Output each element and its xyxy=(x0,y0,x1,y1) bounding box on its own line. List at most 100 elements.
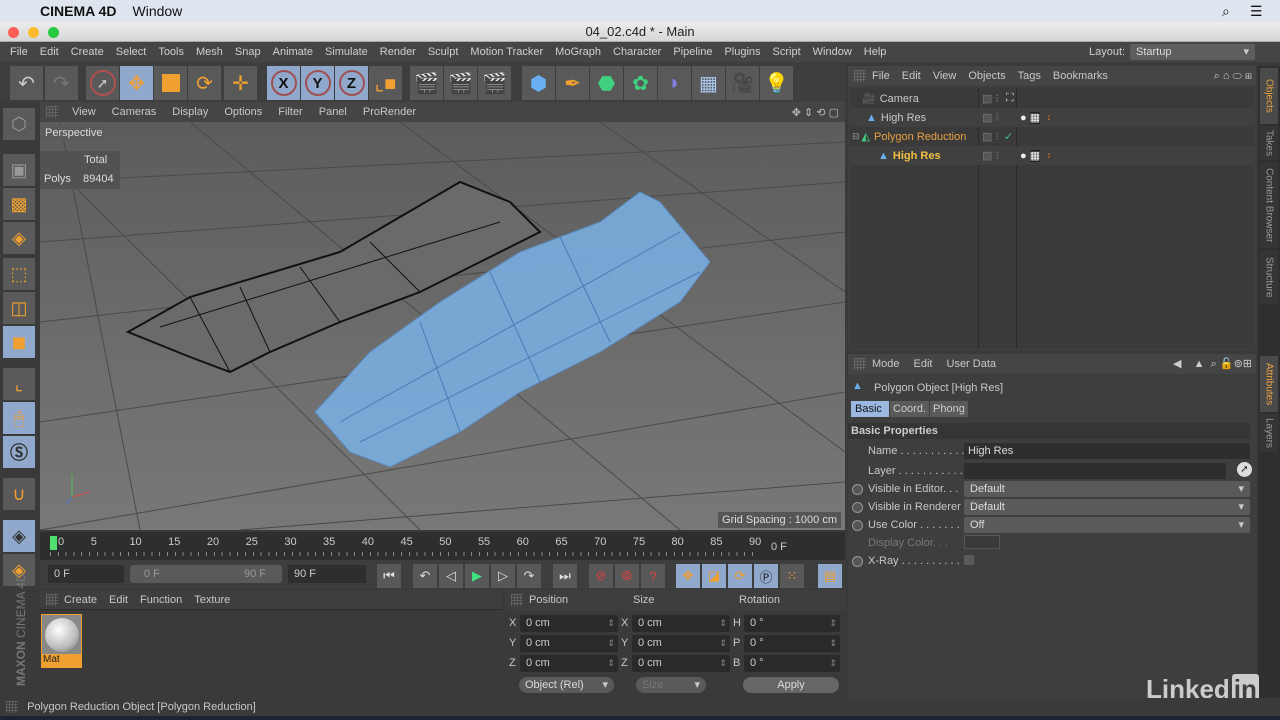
enable-axis-button[interactable]: ⌞ xyxy=(3,368,35,400)
object-name[interactable]: High Res xyxy=(893,150,941,162)
timeline-window-button[interactable]: ▤ xyxy=(818,564,842,588)
polygons-mode-button[interactable]: ◼ xyxy=(3,326,35,358)
coordinate-system-button[interactable]: ⌞■ xyxy=(369,66,402,100)
visible-renderer-anim-toggle[interactable] xyxy=(852,502,863,513)
light-button[interactable]: 💡 xyxy=(760,66,793,100)
autokey-button[interactable]: ⦾ xyxy=(615,564,639,588)
size-x-field[interactable]: 0 cm xyxy=(632,615,730,632)
menu-script[interactable]: Script xyxy=(767,46,807,58)
points-mode-button[interactable]: ⬚ xyxy=(3,258,35,290)
menu-simulate[interactable]: Simulate xyxy=(319,46,374,58)
rot-p-field[interactable]: 0 ° xyxy=(744,635,840,652)
x-axis-toggle[interactable]: X xyxy=(267,66,300,100)
render-picture-viewer-button[interactable]: 🎬 xyxy=(444,66,477,100)
end-frame-field[interactable]: 90 F xyxy=(288,565,366,583)
material-tag-icon[interactable]: ● ▦ ⠰ xyxy=(1020,149,1051,162)
layer-visibility-icon[interactable]: ▨ ⁝ xyxy=(982,111,999,124)
viewport-menu-cameras[interactable]: Cameras xyxy=(104,106,165,118)
floor-button[interactable]: ▦ xyxy=(692,66,725,100)
zoom-button[interactable] xyxy=(48,27,59,38)
cloner-button[interactable]: ✿ xyxy=(624,66,657,100)
viewport-menu-display[interactable]: Display xyxy=(164,106,216,118)
spotlight-icon[interactable]: ⌕ xyxy=(1222,3,1230,20)
y-axis-toggle[interactable]: Y xyxy=(301,66,334,100)
menu-edit[interactable]: Edit xyxy=(34,46,65,58)
undo-button[interactable]: ↶ xyxy=(10,66,43,100)
close-button[interactable] xyxy=(8,27,19,38)
pos-y-field[interactable]: 0 cm xyxy=(520,635,618,652)
start-frame-field[interactable]: 0 F xyxy=(48,565,124,583)
render-settings-button[interactable]: 🎬 xyxy=(478,66,511,100)
goto-end-button[interactable]: ⏭ xyxy=(553,564,577,588)
prev-key-button[interactable]: ↶ xyxy=(413,564,437,588)
keyframe-selection-button[interactable]: ? xyxy=(641,564,665,588)
attr-nav-tools[interactable]: ◀ ▲ ⌕ 🔓⊚⊞ xyxy=(1173,357,1252,371)
z-axis-toggle[interactable]: Z xyxy=(335,66,368,100)
redo-button[interactable]: ↷ xyxy=(45,66,78,100)
grip-icon[interactable] xyxy=(46,593,58,606)
size-mode-dropdown[interactable]: Size xyxy=(636,677,706,693)
object-manager-tools[interactable]: ⌕ ⌂ ⬭ ⊞ xyxy=(1214,70,1252,83)
snap-button[interactable]: ∪ xyxy=(3,478,35,510)
grip-icon[interactable] xyxy=(854,358,866,370)
notification-icon[interactable]: ☰ xyxy=(1250,3,1263,20)
use-color-anim-toggle[interactable] xyxy=(852,520,863,531)
rot-h-field[interactable]: 0 ° xyxy=(744,615,840,632)
menu-character[interactable]: Character xyxy=(607,46,667,58)
prev-frame-button[interactable]: ◁ xyxy=(439,564,463,588)
menu-pipeline[interactable]: Pipeline xyxy=(667,46,718,58)
make-editable-button[interactable]: ⬡ xyxy=(3,108,35,140)
texture-mode-button[interactable]: ▩ xyxy=(3,188,35,220)
pen-button[interactable]: ✒ xyxy=(556,66,589,100)
camera-tag-icon[interactable]: ⛶ xyxy=(1006,92,1014,105)
window-menu[interactable]: Window xyxy=(133,3,183,19)
tab-structure[interactable]: Structure xyxy=(1260,250,1278,304)
play-button[interactable]: ▶ xyxy=(465,564,489,588)
tab-coord[interactable]: Coord. xyxy=(890,401,929,417)
deformer-button[interactable]: ◗ xyxy=(658,66,691,100)
display-color-swatch[interactable] xyxy=(964,535,1000,549)
next-frame-button[interactable]: ▷ xyxy=(491,564,515,588)
render-view-button[interactable]: 🎬 xyxy=(410,66,443,100)
xray-anim-toggle[interactable] xyxy=(852,556,863,567)
viewport-menu-panel[interactable]: Panel xyxy=(311,106,355,118)
tab-phong[interactable]: Phong xyxy=(930,401,968,417)
record-pla-button[interactable]: ⁙ xyxy=(780,564,804,588)
tab-content-browser[interactable]: Content Browser xyxy=(1260,162,1278,248)
subdivision-surface-button[interactable]: ⬣ xyxy=(590,66,623,100)
workplane-lock-button[interactable]: ◈ xyxy=(3,520,35,552)
object-name[interactable]: Camera xyxy=(880,93,919,105)
record-button[interactable]: ⊘ xyxy=(589,564,613,588)
grip-icon[interactable] xyxy=(854,70,866,82)
tab-layers[interactable]: Layers xyxy=(1260,414,1278,452)
object-row-polygon-reduction[interactable]: ⊟ ◭ Polygon Reduction ▨ ⁝ ✓ xyxy=(850,127,1254,146)
menu-animate[interactable]: Animate xyxy=(267,46,319,58)
frame-range-slider[interactable]: 0 F 90 F xyxy=(130,565,282,583)
menu-create[interactable]: Create xyxy=(65,46,110,58)
object-menu-edit[interactable]: Edit xyxy=(902,70,921,82)
collapse-icon[interactable]: ⊟ xyxy=(852,131,860,142)
move-tool-button[interactable]: ✥ xyxy=(120,66,153,100)
object-menu-file[interactable]: File xyxy=(872,70,890,82)
viewport-menu-view[interactable]: View xyxy=(64,106,104,118)
rot-b-field[interactable]: 0 ° xyxy=(744,655,840,672)
menu-plugins[interactable]: Plugins xyxy=(718,46,766,58)
material-swatch[interactable]: Mat xyxy=(41,614,82,668)
record-parameter-button[interactable]: Ⓟ xyxy=(754,564,778,588)
model-mode-button[interactable]: ▣ xyxy=(3,154,35,186)
record-position-button[interactable]: ✥ xyxy=(676,564,700,588)
visible-renderer-dropdown[interactable]: Default xyxy=(964,499,1250,515)
visible-editor-dropdown[interactable]: Default xyxy=(964,481,1250,497)
app-menu[interactable]: CINEMA 4D xyxy=(40,3,117,19)
menu-window[interactable]: Window xyxy=(807,46,858,58)
layer-visibility-icon[interactable]: ▨ ⁝ xyxy=(982,92,999,105)
menu-sculpt[interactable]: Sculpt xyxy=(422,46,465,58)
material-menu-edit[interactable]: Edit xyxy=(109,594,128,606)
layer-picker-icon[interactable]: ➚ xyxy=(1237,462,1252,477)
xray-checkbox[interactable] xyxy=(964,555,974,565)
size-z-field[interactable]: 0 cm xyxy=(632,655,730,672)
viewport-nav-icons[interactable]: ✥ ⇕ ⟲ ▢ xyxy=(792,106,839,119)
object-menu-objects[interactable]: Objects xyxy=(968,70,1005,82)
recent-tool-button[interactable]: ✛ xyxy=(224,66,257,100)
solo-button[interactable]: Ⓢ xyxy=(3,436,35,468)
